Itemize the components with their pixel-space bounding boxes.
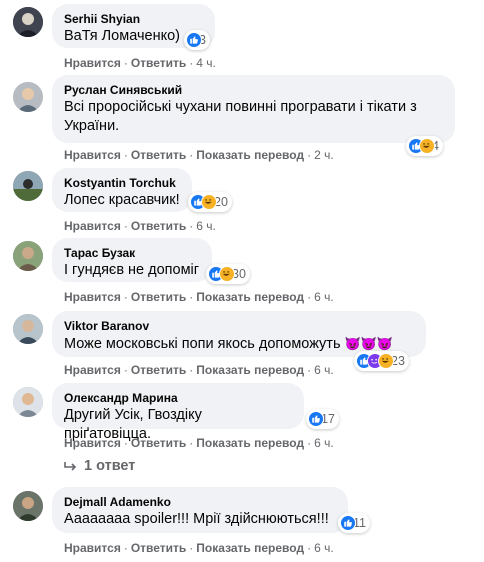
reply-button[interactable]: Ответить bbox=[131, 290, 186, 304]
comment-author[interactable]: Олександр Марина bbox=[64, 390, 292, 406]
like-reaction-icon bbox=[340, 515, 356, 531]
reply-button[interactable]: Ответить bbox=[131, 219, 186, 233]
comment-text: Всі проросійські чухани повинні програва… bbox=[64, 99, 417, 134]
comment-bubble: Тарас Бузак І гундяєв не допоміг bbox=[52, 238, 212, 282]
avatar[interactable] bbox=[13, 7, 43, 37]
comment-text: Лопес красавчик! bbox=[64, 192, 180, 208]
like-reaction-icon bbox=[308, 411, 324, 427]
avatar[interactable] bbox=[13, 491, 43, 521]
user-photo-icon bbox=[13, 491, 43, 521]
like-button[interactable]: Нравится bbox=[64, 290, 121, 304]
comment-bubble: Dejmall Adamenko Аааааааа spoiler!!! Мрі… bbox=[52, 487, 348, 533]
reaction-summary[interactable]: 30 bbox=[206, 264, 250, 284]
user-photo-icon bbox=[13, 7, 43, 37]
comment-author[interactable]: Руслан Синявський bbox=[64, 82, 443, 98]
reaction-summary[interactable]: 3 bbox=[184, 30, 210, 50]
user-photo-icon bbox=[13, 82, 43, 112]
like-button[interactable]: Нравится bbox=[64, 148, 121, 162]
translate-button[interactable]: Показать перевод bbox=[196, 541, 304, 555]
timestamp[interactable]: 4 ч. bbox=[196, 56, 216, 70]
replies-count-label: 1 ответ bbox=[84, 458, 136, 474]
avatar[interactable] bbox=[13, 314, 43, 344]
reaction-summary[interactable]: 11 bbox=[338, 513, 370, 533]
devil-emoji: 😈😈😈 bbox=[344, 336, 394, 351]
comment-actions: Нравится · Ответить · 6 ч. bbox=[64, 219, 216, 233]
comment-text: ВаТя Ломаченко) bbox=[64, 28, 180, 44]
comment-actions: Нравится · Ответить · Показать перевод · 6 ч. bbox=[64, 363, 334, 377]
comment-actions: Нравится · Ответить · Показать перевод · 2 ч. bbox=[64, 148, 334, 162]
timestamp[interactable]: 6 ч. bbox=[314, 290, 334, 304]
haha-reaction-icon bbox=[378, 353, 394, 369]
comment-bubble: Олександр Марина Другий Усік, Гвоздіку п… bbox=[52, 383, 304, 442]
haha-reaction-icon bbox=[219, 266, 235, 282]
avatar[interactable] bbox=[13, 387, 43, 417]
user-photo-icon bbox=[13, 387, 43, 417]
avatar[interactable] bbox=[13, 82, 43, 112]
reply-button[interactable]: Ответить bbox=[131, 363, 186, 377]
comment-author[interactable]: Тарас Бузак bbox=[64, 245, 200, 261]
comment-text: І гундяєв не допоміг bbox=[64, 262, 200, 278]
haha-reaction-icon bbox=[201, 194, 217, 210]
translate-button[interactable]: Показать перевод bbox=[196, 290, 304, 304]
like-reaction-icon bbox=[186, 32, 202, 48]
user-photo-icon bbox=[13, 314, 43, 344]
comment-actions: Нравится · Ответить · Показать перевод · 6 ч. bbox=[64, 290, 334, 304]
reply-button[interactable]: Ответить bbox=[131, 436, 186, 450]
comment-author[interactable]: Dejmall Adamenko bbox=[64, 494, 336, 510]
like-button[interactable]: Нравится bbox=[64, 56, 121, 70]
haha-reaction-icon bbox=[419, 138, 435, 154]
user-photo-icon bbox=[13, 171, 43, 201]
translate-button[interactable]: Показать перевод bbox=[196, 436, 304, 450]
reaction-summary[interactable]: 20 bbox=[188, 192, 232, 212]
view-replies-link[interactable]: 1 ответ bbox=[64, 458, 135, 474]
comment-author[interactable]: Serhii Shyian bbox=[64, 11, 203, 27]
user-photo-icon bbox=[13, 241, 43, 271]
comment-text: Аааааааа spoiler!!! Мрії здійснюються!!! bbox=[64, 511, 329, 527]
reaction-summary[interactable]: 17 bbox=[306, 409, 339, 429]
comment-author[interactable]: Viktor Baranov bbox=[64, 318, 414, 334]
translate-button[interactable]: Показать перевод bbox=[196, 363, 304, 377]
reply-button[interactable]: Ответить bbox=[131, 148, 186, 162]
like-button[interactable]: Нравится bbox=[64, 436, 121, 450]
reaction-summary[interactable]: 4 bbox=[406, 136, 443, 156]
reply-button[interactable]: Ответить bbox=[131, 56, 186, 70]
timestamp[interactable]: 6 ч. bbox=[314, 363, 334, 377]
reaction-summary[interactable]: 23 bbox=[354, 351, 409, 371]
timestamp[interactable]: 6 ч. bbox=[196, 219, 216, 233]
timestamp[interactable]: 2 ч. bbox=[314, 148, 334, 162]
avatar[interactable] bbox=[13, 241, 43, 271]
comment-bubble: Руслан Синявський Всі проросійські чухан… bbox=[52, 75, 455, 143]
timestamp[interactable]: 6 ч. bbox=[314, 436, 334, 450]
reply-button[interactable]: Ответить bbox=[131, 541, 186, 555]
reply-arrow-icon bbox=[64, 462, 77, 471]
like-button[interactable]: Нравится bbox=[64, 363, 121, 377]
like-button[interactable]: Нравится bbox=[64, 541, 121, 555]
timestamp[interactable]: 6 ч. bbox=[314, 541, 334, 555]
translate-button[interactable]: Показать перевод bbox=[196, 148, 304, 162]
comment-bubble: Kostyantin Torchuk Лопес красавчик! bbox=[52, 168, 192, 212]
like-button[interactable]: Нравится bbox=[64, 219, 121, 233]
comment-author[interactable]: Kostyantin Torchuk bbox=[64, 175, 180, 191]
comment-actions: Нравится · Ответить · Показать перевод · 6 ч. bbox=[64, 541, 334, 555]
comment-actions: Нравится · Ответить · Показать перевод · 6 ч. bbox=[64, 436, 334, 450]
comment-actions: Нравится · Ответить · 4 ч. bbox=[64, 56, 216, 70]
avatar[interactable] bbox=[13, 171, 43, 201]
